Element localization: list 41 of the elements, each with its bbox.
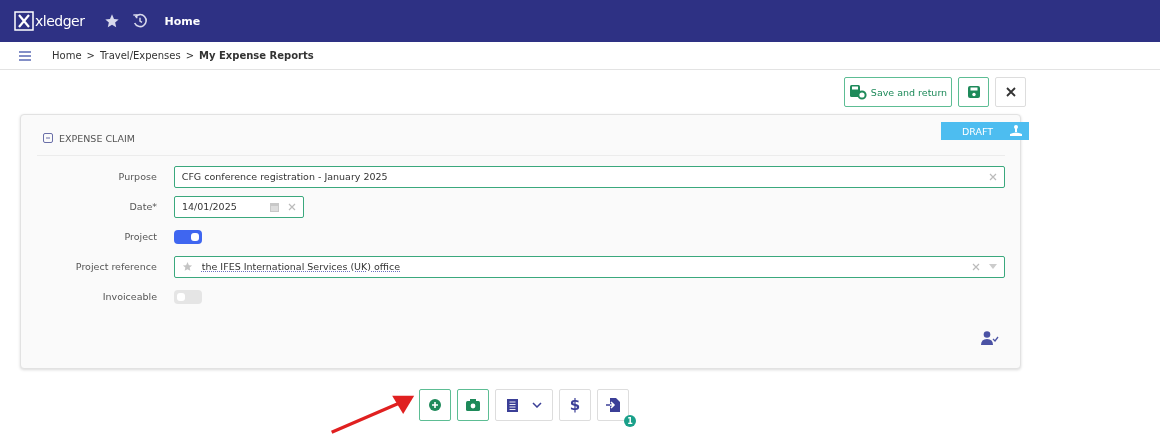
- page-title: Home: [164, 14, 201, 28]
- document-button[interactable]: [495, 389, 553, 421]
- camera-button[interactable]: [457, 389, 489, 421]
- collapse-icon[interactable]: [43, 133, 53, 143]
- field-label: Project: [123, 231, 157, 242]
- save-and-return-button[interactable]: Save and return: [844, 77, 952, 107]
- toggle-switch[interactable]: [174, 229, 202, 244]
- breadcrumb-separator: >: [185, 50, 195, 61]
- menu-icon[interactable]: [19, 50, 31, 61]
- breadcrumb-link[interactable]: Travel/Expenses: [99, 50, 181, 61]
- logo-text: xledger: [35, 13, 85, 29]
- document-icon: [506, 398, 518, 412]
- field-label: Project reference: [74, 261, 157, 272]
- close-icon: [1004, 86, 1017, 98]
- breadcrumb-link[interactable]: Home: [52, 50, 82, 61]
- section-title: EXPENSE CLAIM: [59, 132, 136, 144]
- import-button[interactable]: [597, 389, 629, 421]
- toggle-switch[interactable]: [174, 289, 202, 304]
- dollar-button[interactable]: $: [559, 389, 591, 421]
- close-button[interactable]: [995, 77, 1026, 107]
- field-label: Invoiceable: [101, 291, 157, 302]
- status-label: DRAFT: [962, 125, 994, 137]
- logo-icon: [14, 11, 34, 31]
- field-label: Purpose: [117, 171, 157, 182]
- purpose-field[interactable]: CFG conference registration - January 2025: [173, 165, 1005, 188]
- camera-icon: [466, 399, 480, 411]
- count-badge: 1: [624, 415, 636, 427]
- user-check-icon[interactable]: [981, 331, 999, 345]
- add-icon: [429, 399, 441, 411]
- field-label: Date*: [128, 201, 157, 212]
- star-icon[interactable]: [181, 261, 193, 272]
- save-icon: [966, 85, 981, 99]
- star-icon[interactable]: [104, 13, 121, 29]
- project-reference-field[interactable]: the IFES International Services (UK) office: [173, 255, 1005, 278]
- chevron-down-icon: [531, 402, 542, 408]
- add-button[interactable]: [419, 389, 451, 421]
- save-return-icon: [848, 84, 867, 100]
- import-icon: [606, 398, 620, 412]
- breadcrumb-separator: >: [86, 50, 95, 61]
- save-button[interactable]: [958, 77, 989, 107]
- history-icon[interactable]: [132, 13, 149, 29]
